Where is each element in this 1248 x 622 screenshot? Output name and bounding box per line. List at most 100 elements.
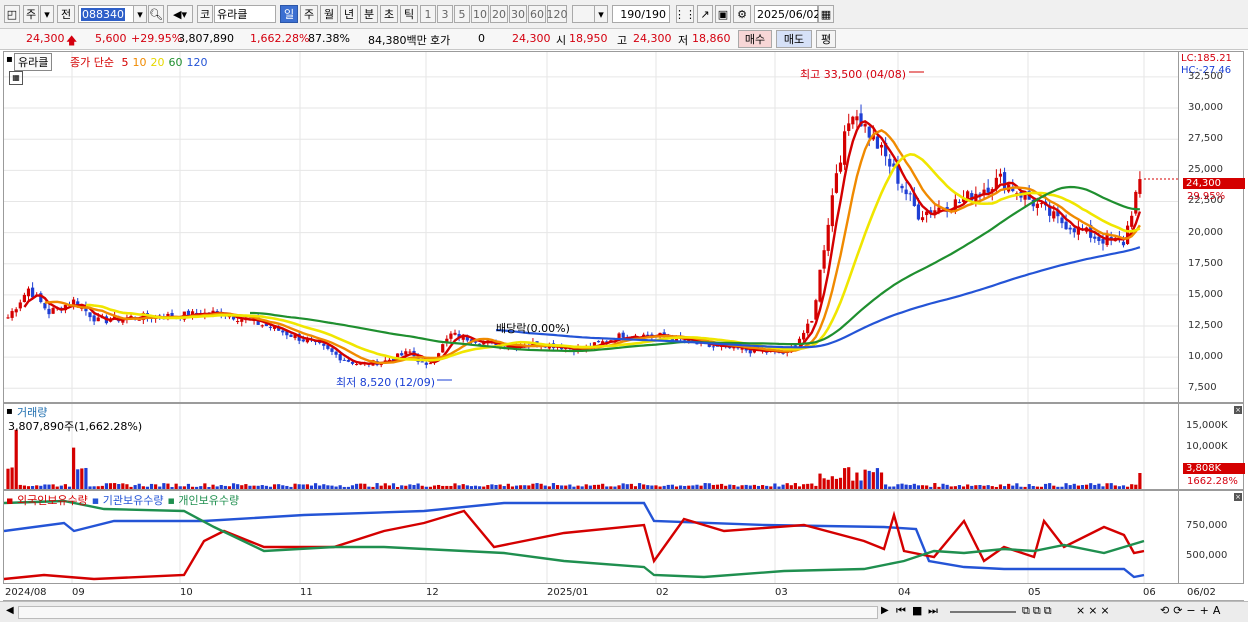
period-button-2[interactable]: 월: [320, 5, 338, 23]
draw-tools-icon[interactable]: ⨯⨯⨯: [1076, 604, 1113, 617]
volume-bar: [986, 485, 990, 489]
first-icon[interactable]: ⏮: [896, 604, 906, 618]
period-button-0[interactable]: 일: [280, 5, 298, 23]
minute-button-3[interactable]: 10: [471, 5, 489, 23]
scroll-right-icon[interactable]: ▶: [881, 605, 889, 616]
volume-bar: [313, 483, 318, 489]
period-button-6[interactable]: 틱: [400, 5, 418, 23]
eval-button[interactable]: 평: [816, 30, 836, 48]
ma-period-2: 20: [150, 56, 165, 69]
volume-bar: [949, 486, 953, 489]
view-tools-icon[interactable]: ⧉⧉⧉: [1022, 604, 1055, 618]
price-change-pct: +29.95%: [131, 32, 183, 45]
volume-bar: [154, 484, 158, 489]
candle-body: [1093, 236, 1097, 239]
sell-button[interactable]: 매도: [776, 30, 812, 48]
minute-button-1[interactable]: 3: [437, 5, 453, 23]
volume-bar: [478, 486, 482, 489]
minute-button-4[interactable]: 20: [490, 5, 508, 23]
volume-bar: [1060, 486, 1064, 489]
minute-button-7[interactable]: 120: [547, 5, 568, 23]
volume-bar: [1101, 486, 1105, 489]
calendar-icon[interactable]: ▦: [818, 5, 834, 23]
window-icon[interactable]: ◰: [4, 5, 20, 23]
date-field[interactable]: 2025/06/02: [754, 5, 820, 23]
minute-button-5[interactable]: 30: [509, 5, 527, 23]
price-tick-3: 25,000: [1188, 164, 1223, 176]
volume-bar: [281, 485, 285, 489]
minute-button-0[interactable]: 1: [420, 5, 436, 23]
volume-bar: [605, 486, 609, 489]
last-icon[interactable]: ⏭: [928, 604, 938, 618]
minute-button-6[interactable]: 60: [528, 5, 546, 23]
volume-bar: [732, 485, 736, 489]
stock-name-field[interactable]: 유라클: [214, 5, 276, 23]
period-button-5[interactable]: 초: [380, 5, 398, 23]
volume-bar: [1093, 484, 1097, 489]
volume-chart[interactable]: [4, 404, 1178, 489]
draw-icon[interactable]: ↗: [697, 5, 713, 23]
volume-bar: [621, 483, 625, 489]
minute-dropdown-icon[interactable]: ▾: [594, 5, 608, 23]
period-button-4[interactable]: 분: [360, 5, 378, 23]
save-icon[interactable]: ▣: [715, 5, 731, 23]
open-label: 시: [556, 34, 567, 47]
scrollbar-track[interactable]: [18, 606, 878, 619]
volume-bar: [760, 485, 765, 489]
search-icon[interactable]: 🔍︎: [148, 5, 164, 23]
gear-icon[interactable]: ⚙: [733, 5, 751, 23]
volume-bar: [412, 484, 416, 489]
zoom-icons[interactable]: ⟲⟳−+A: [1160, 604, 1224, 617]
table-icon[interactable]: ▦: [9, 71, 23, 85]
volume-menu-icon[interactable]: ▪: [6, 406, 13, 417]
volume-bar: [1109, 483, 1113, 489]
volume-bar: [227, 486, 232, 489]
volume-bar: [236, 484, 240, 489]
volume-bar: [601, 483, 605, 489]
close-icon[interactable]: ×: [1234, 406, 1242, 414]
volume-bar: [765, 485, 769, 489]
speaker-icon[interactable]: ◀▾: [167, 5, 193, 23]
minute-button-2[interactable]: 5: [454, 5, 470, 23]
code-input[interactable]: 088340: [78, 5, 134, 23]
volume-bar: [473, 485, 478, 489]
zoom-slider[interactable]: [950, 611, 1016, 613]
price-change: 5,600: [95, 32, 127, 45]
volume-bar: [695, 484, 699, 489]
candle-body: [1060, 217, 1064, 224]
prev-button[interactable]: 전: [57, 5, 75, 23]
panel-menu-icon[interactable]: ▪: [6, 54, 13, 65]
holder-axis: [1178, 490, 1244, 584]
candle-body: [400, 353, 404, 356]
holder-close-icon[interactable]: ×: [1234, 493, 1242, 501]
volume-bar: [904, 484, 908, 489]
ma-line-5: [23, 119, 1142, 366]
market2-button[interactable]: 코: [197, 5, 213, 23]
buy-button[interactable]: 매수: [738, 30, 772, 48]
period-button-1[interactable]: 주: [300, 5, 318, 23]
candle-body: [838, 162, 843, 172]
volume-bar: [469, 486, 474, 489]
ma-label: 종가 단순: [70, 56, 114, 69]
lc-label: LC:185.21: [1181, 53, 1232, 64]
code-dropdown-icon[interactable]: ▾: [133, 5, 147, 23]
volume-bar: [1007, 483, 1011, 489]
price-chart[interactable]: [4, 52, 1178, 402]
x-label-7: 03: [775, 587, 788, 598]
volume-bar: [72, 447, 76, 489]
volume-bar: [190, 486, 195, 489]
period-button-3[interactable]: 년: [340, 5, 358, 23]
volume-bar: [843, 468, 847, 489]
candle-body: [260, 325, 264, 327]
stop-icon[interactable]: ■: [912, 604, 922, 617]
chevron-down-icon[interactable]: ▾: [40, 5, 54, 23]
grid-icon[interactable]: ⋮⋮: [674, 5, 696, 23]
scroll-left-icon[interactable]: ◀: [6, 605, 14, 616]
candle-body: [301, 339, 305, 342]
volume-bar: [277, 484, 281, 489]
volume-bar: [744, 484, 748, 489]
market-select[interactable]: 주: [23, 5, 39, 23]
count-field[interactable]: 190/190: [612, 5, 670, 23]
ma-line-10: [44, 129, 1141, 365]
volume-bar: [432, 485, 437, 489]
